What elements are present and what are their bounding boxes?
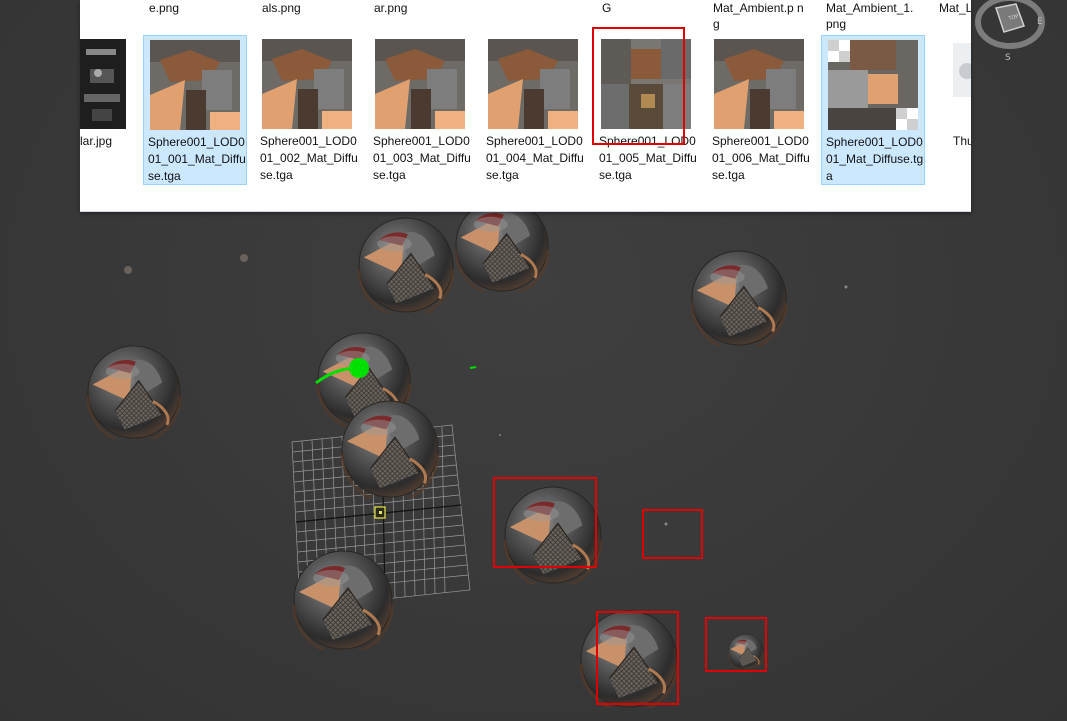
textured-sphere[interactable] xyxy=(455,198,549,296)
textured-sphere[interactable] xyxy=(504,486,602,588)
textured-sphere[interactable] xyxy=(358,217,454,317)
textured-sphere[interactable] xyxy=(86,345,182,443)
textured-sphere[interactable] xyxy=(340,400,440,502)
small-sphere[interactable] xyxy=(240,254,248,262)
highlight-box xyxy=(592,27,685,145)
small-sphere[interactable] xyxy=(124,266,132,274)
file-explorer-panel[interactable]: e.png als.png ar.png G Mat_Ambient.p ng … xyxy=(80,0,971,212)
textured-sphere[interactable] xyxy=(579,610,679,712)
textured-sphere[interactable] xyxy=(691,250,787,350)
gizmo-handle[interactable] xyxy=(349,358,369,378)
tiny-sphere[interactable] xyxy=(844,285,848,289)
compass-label-s: S xyxy=(1005,53,1011,63)
thumbnail-highlight xyxy=(592,27,685,145)
tiny-sphere[interactable] xyxy=(499,434,501,436)
pivot-dot xyxy=(379,511,382,514)
viewcube-graphic: TOP E S xyxy=(975,0,1045,63)
compass-label-e: E xyxy=(1037,17,1043,27)
textured-sphere[interactable] xyxy=(727,634,765,671)
gizmo-marker xyxy=(469,366,477,369)
highlight-box xyxy=(642,509,703,559)
textured-sphere[interactable] xyxy=(292,550,394,654)
viewcube[interactable]: TOP E S xyxy=(974,0,1054,64)
tiny-sphere[interactable] xyxy=(664,522,668,526)
